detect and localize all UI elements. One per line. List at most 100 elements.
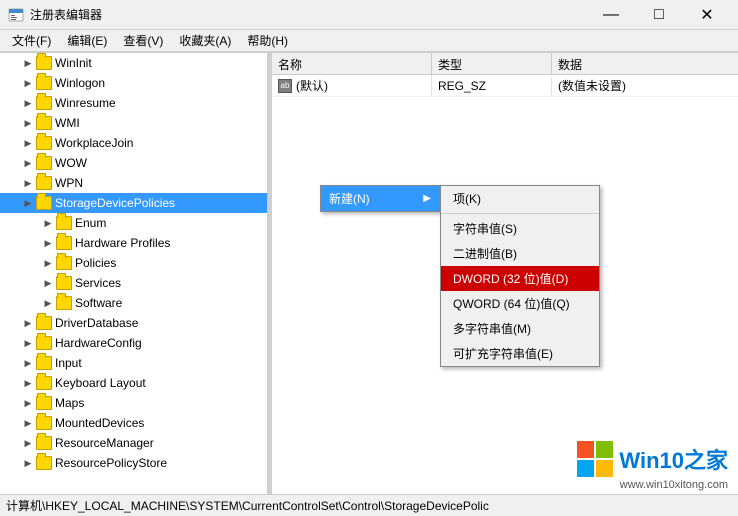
watermark: Win10之家 www.win10xitong.com	[577, 441, 728, 491]
tree-expand-icon: ▶	[20, 335, 36, 351]
tree-expand-icon: ▶	[20, 135, 36, 151]
tree-item[interactable]: ▶WPN	[0, 173, 267, 193]
tree-item-label: StorageDevicePolicies	[55, 196, 175, 210]
folder-icon	[36, 356, 52, 370]
tree-item[interactable]: ▶MountedDevices	[0, 413, 267, 433]
tree-item-label: WMI	[55, 116, 80, 130]
submenu[interactable]: 项(K) 字符串值(S) 二进制值(B) DWORD (32 位)值(D) QW…	[440, 185, 600, 367]
submenu-item-string[interactable]: 字符串值(S)	[441, 216, 599, 241]
windows-flag-icon	[577, 441, 613, 477]
reg-value-icon: ab	[278, 79, 292, 93]
menu-favorites[interactable]: 收藏夹(A)	[171, 30, 239, 51]
tree-item[interactable]: ▶WinInit	[0, 53, 267, 73]
menu-edit[interactable]: 编辑(E)	[59, 30, 115, 51]
submenu-arrow-icon: ▶	[423, 193, 431, 204]
menu-help[interactable]: 帮助(H)	[239, 30, 296, 51]
tree-expand-icon: ▶	[20, 415, 36, 431]
status-path: 计算机\HKEY_LOCAL_MACHINE\SYSTEM\CurrentCon…	[6, 497, 489, 514]
table-header: 名称 类型 数据	[272, 53, 738, 75]
tree-item[interactable]: ▶Software	[0, 293, 267, 313]
tree-item[interactable]: ▶Keyboard Layout	[0, 373, 267, 393]
folder-icon	[56, 276, 72, 290]
folder-icon	[36, 396, 52, 410]
submenu-item-expandstring[interactable]: 可扩充字符串值(E)	[441, 341, 599, 366]
tree-item[interactable]: ▶ StorageDevicePolicies	[0, 193, 267, 213]
submenu-item-key[interactable]: 项(K)	[441, 186, 599, 211]
tree-item[interactable]: ▶ WOW	[0, 153, 267, 173]
tree-item-label: Enum	[75, 216, 106, 230]
tree-item-label: ResourcePolicyStore	[55, 456, 167, 470]
submenu-item-multistring[interactable]: 多字符串值(M)	[441, 316, 599, 341]
tree-item-label: Winlogon	[55, 76, 105, 90]
new-menu-item[interactable]: 新建(N) ▶	[321, 186, 439, 211]
tree-expand-icon: ▶	[20, 455, 36, 471]
folder-icon	[56, 236, 72, 250]
minimize-button[interactable]: —	[588, 0, 634, 30]
tree-item-label: HardwareConfig	[55, 336, 142, 350]
tree-item[interactable]: ▶WMI	[0, 113, 267, 133]
cell-type: REG_SZ	[432, 77, 552, 95]
title-bar: 注册表编辑器 — □ ✕	[0, 0, 738, 30]
cell-name: ab(默认)	[272, 75, 432, 96]
tree-expand-icon: ▶	[20, 155, 36, 171]
context-menu-new[interactable]: 新建(N) ▶	[320, 185, 440, 212]
folder-icon	[56, 256, 72, 270]
folder-icon	[36, 416, 52, 430]
folder-icon	[36, 136, 52, 150]
tree-item[interactable]: ▶ ResourcePolicyStore	[0, 453, 267, 473]
tree-item-label: ResourceManager	[55, 436, 154, 450]
folder-icon	[36, 336, 52, 350]
tree-expand-icon: ▶	[20, 75, 36, 91]
tree-item[interactable]: ▶Winresume	[0, 93, 267, 113]
close-button[interactable]: ✕	[684, 0, 730, 30]
tree-item-label: Software	[75, 296, 122, 310]
submenu-item-qword[interactable]: QWORD (64 位)值(Q)	[441, 291, 599, 316]
menu-file[interactable]: 文件(F)	[4, 30, 59, 51]
tree-item[interactable]: ▶Services	[0, 273, 267, 293]
title-bar-left: 注册表编辑器	[8, 6, 102, 23]
tree-expand-icon: ▶	[20, 395, 36, 411]
submenu-item-dword[interactable]: DWORD (32 位)值(D)	[441, 266, 599, 291]
tree-scroll-area[interactable]: ▶WinInit▶Winlogon▶Winresume▶WMI▶Workplac…	[0, 53, 267, 494]
tree-item-label: Keyboard Layout	[55, 376, 146, 390]
folder-icon	[36, 76, 52, 90]
folder-icon	[36, 116, 52, 130]
watermark-url: www.win10xitong.com	[620, 479, 728, 491]
title-bar-text: 注册表编辑器	[30, 6, 102, 23]
table-row[interactable]: ab(默认)REG_SZ(数值未设置)	[272, 75, 738, 97]
submenu-item-binary[interactable]: 二进制值(B)	[441, 241, 599, 266]
tree-item[interactable]: ▶Policies	[0, 253, 267, 273]
tree-expand-icon: ▶	[40, 255, 56, 271]
tree-item[interactable]: ▶ Maps	[0, 393, 267, 413]
new-label: 新建(N)	[329, 190, 370, 207]
tree-expand-icon: ▶	[40, 235, 56, 251]
tree-item-label: Input	[55, 356, 82, 370]
regedit-icon	[8, 7, 24, 23]
tree-item[interactable]: ▶Enum	[0, 213, 267, 233]
tree-expand-icon: ▶	[20, 355, 36, 371]
tree-item[interactable]: ▶ Hardware Profiles	[0, 233, 267, 253]
tree-item[interactable]: ▶ Winlogon	[0, 73, 267, 93]
watermark-logo: Win10之家	[577, 441, 728, 477]
tree-expand-icon: ▶	[20, 195, 36, 211]
tree-item[interactable]: ▶DriverDatabase	[0, 313, 267, 333]
tree-item[interactable]: ▶ WorkplaceJoin	[0, 133, 267, 153]
tree-item-label: Maps	[55, 396, 84, 410]
tree-item-label: WorkplaceJoin	[55, 136, 133, 150]
tree-item[interactable]: ▶ Input	[0, 353, 267, 373]
tree-item-label: WPN	[55, 176, 83, 190]
folder-icon	[36, 96, 52, 110]
col-header-type: 类型	[432, 53, 552, 74]
maximize-button[interactable]: □	[636, 0, 682, 30]
tree-expand-icon: ▶	[40, 275, 56, 291]
col-header-name: 名称	[272, 53, 432, 74]
tree-item-label: WOW	[55, 156, 87, 170]
tree-expand-icon: ▶	[20, 55, 36, 71]
tree-item[interactable]: ▶ HardwareConfig	[0, 333, 267, 353]
title-bar-controls: — □ ✕	[588, 0, 730, 30]
menu-bar: 文件(F) 编辑(E) 查看(V) 收藏夹(A) 帮助(H)	[0, 30, 738, 52]
folder-icon	[36, 456, 52, 470]
menu-view[interactable]: 查看(V)	[115, 30, 171, 51]
tree-item-label: Hardware Profiles	[75, 236, 170, 250]
tree-item[interactable]: ▶ResourceManager	[0, 433, 267, 453]
